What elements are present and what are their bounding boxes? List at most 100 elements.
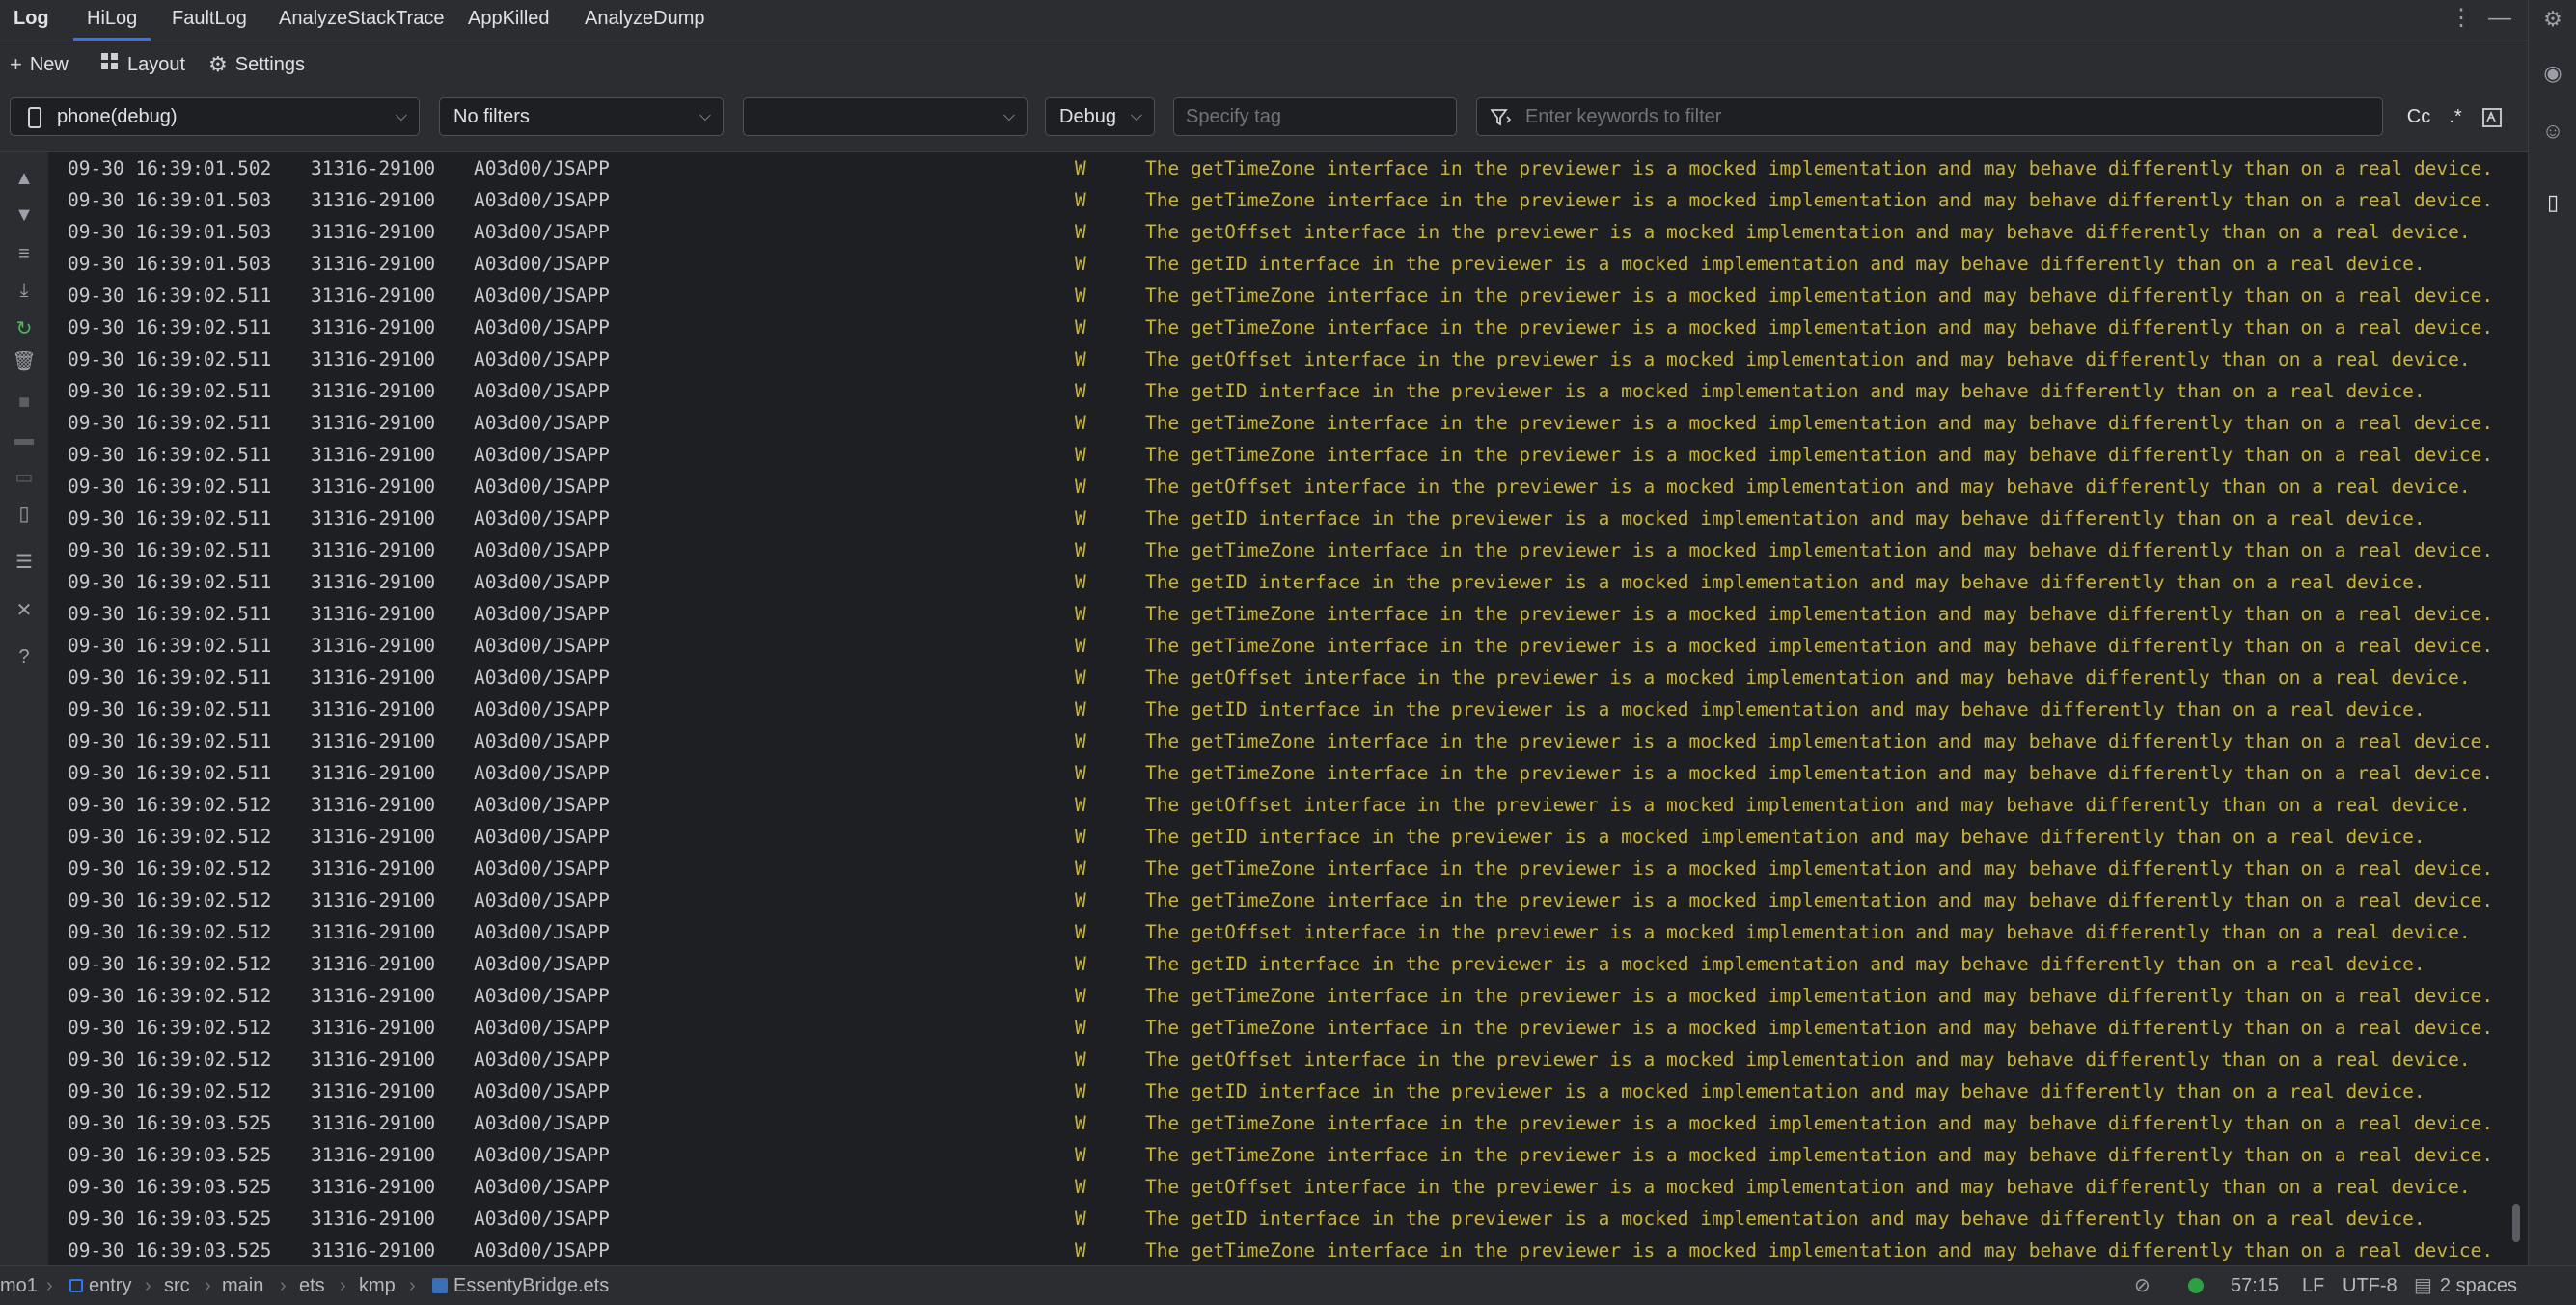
layout-button[interactable]: Layout [100,41,185,88]
file-encoding[interactable]: UTF-8 [2343,1266,2398,1305]
log-level-select[interactable]: Debug ⌵ [1045,97,1155,136]
breadcrumb-separator: › [340,1275,346,1296]
log-time: 09-30 16:39:02.512 [68,857,272,880]
breadcrumb-src[interactable]: src [164,1266,190,1305]
log-row[interactable]: 09-30 16:39:02.511 31316-29100 A03d00/JSAP… [50,598,2528,630]
log-time: 09-30 16:39:03.525 [68,1239,272,1262]
previewer-phone-icon[interactable]: ▯ [2529,183,2576,222]
tab-appkilled[interactable]: AppKilled [454,0,563,41]
log-row[interactable]: 09-30 16:39:02.512 31316-29100 A03d00/JSAP… [50,884,2528,916]
log-row[interactable]: 09-30 16:39:02.512 31316-29100 A03d00/JSAP… [50,821,2528,853]
close-icon[interactable]: ✕ [0,594,48,627]
power-save-icon[interactable]: ⊘ [2134,1266,2151,1305]
process-select[interactable]: ⌵ [743,97,1028,136]
log-message: The getTimeZone interface in the preview… [1145,1239,2494,1262]
log-row[interactable]: 09-30 16:39:02.511 31316-29100 A03d00/JSAP… [50,343,2528,375]
tab-hilog[interactable]: HiLog [73,0,151,41]
breadcrumb-file[interactable]: EssentyBridge.ets [432,1266,609,1305]
log-row[interactable]: 09-30 16:39:02.511 31316-29100 A03d00/JSAP… [50,407,2528,439]
breadcrumb-kmp[interactable]: kmp [359,1266,396,1305]
log-row[interactable]: 09-30 16:39:02.512 31316-29100 A03d00/JSAP… [50,853,2528,884]
log-level: W [1075,571,1086,593]
log-row[interactable]: 09-30 16:39:03.525 31316-29100 A03d00/JSAP… [50,1203,2528,1235]
caret-position[interactable]: 57:15 [2231,1266,2279,1305]
log-row[interactable]: 09-30 16:39:01.503 31316-29100 A03d00/JSAP… [50,248,2528,280]
eye-icon[interactable]: ◉ [2529,54,2576,93]
log-row[interactable]: 09-30 16:39:02.511 31316-29100 A03d00/JSAP… [50,471,2528,503]
match-case-button[interactable]: Cc [2402,101,2435,132]
tab-analyzestacktrace[interactable]: AnalyzeStackTrace [265,0,458,41]
regex-button[interactable]: .* [2441,101,2470,132]
filter-preset-select[interactable]: No filters ⌵ [439,97,724,136]
tab-faultlog[interactable]: FaultLog [158,0,260,41]
log-pid: 31316-29100 [311,1112,436,1134]
log-row[interactable]: 09-30 16:39:02.511 31316-29100 A03d00/JSAP… [50,312,2528,343]
log-row[interactable]: 09-30 16:39:02.512 31316-29100 A03d00/JSAP… [50,916,2528,948]
log-tag: A03d00/JSAPP [474,1239,610,1262]
notifications-gear-icon[interactable]: ⚙ [2529,0,2576,39]
scroll-down-icon[interactable]: ▼ [0,199,48,231]
log-row[interactable]: 09-30 16:39:02.511 31316-29100 A03d00/JSAP… [50,566,2528,598]
device-select[interactable]: phone(debug) ⌵ [10,97,420,136]
robot-icon[interactable]: ☺ [2529,112,2576,150]
log-row[interactable]: 09-30 16:39:02.512 31316-29100 A03d00/JSAP… [50,789,2528,821]
scroll-to-end-icon[interactable]: ⤓ [0,274,48,307]
more-options-icon[interactable]: ⋮ [2447,4,2476,33]
breadcrumb-entry[interactable]: entry [69,1266,131,1305]
log-row[interactable]: 09-30 16:39:02.511 31316-29100 A03d00/JSAP… [50,662,2528,693]
log-row[interactable]: 09-30 16:39:02.511 31316-29100 A03d00/JSAP… [50,630,2528,662]
log-row[interactable]: 09-30 16:39:02.511 31316-29100 A03d00/JSAP… [50,534,2528,566]
filter-preset-value: No filters [453,106,530,127]
log-message: The getTimeZone interface in the preview… [1145,285,2494,307]
log-level: W [1075,1112,1086,1134]
scroll-up-icon[interactable]: ▲ [0,162,48,195]
log-row[interactable]: 09-30 16:39:03.525 31316-29100 A03d00/JSAP… [50,1107,2528,1139]
log-row[interactable]: 09-30 16:39:02.512 31316-29100 A03d00/JSAP… [50,1075,2528,1107]
line-ending[interactable]: LF [2302,1266,2324,1305]
breadcrumb-ets[interactable]: ets [299,1266,325,1305]
log-time: 09-30 16:39:02.511 [68,507,272,530]
log-message: The getID interface in the previewer is … [1145,380,2425,402]
log-row[interactable]: 09-30 16:39:02.512 31316-29100 A03d00/JSAP… [50,948,2528,980]
help-icon[interactable]: ? [0,640,48,673]
tab-analyzedump[interactable]: AnalyzeDump [571,0,719,41]
log-row[interactable]: 09-30 16:39:01.503 31316-29100 A03d00/JSAP… [50,184,2528,216]
clear-log-icon[interactable]: 🗑 [0,345,48,378]
scrollbar-thumb[interactable] [2512,1204,2520,1242]
log-row[interactable]: 09-30 16:39:02.512 31316-29100 A03d00/JSAP… [50,980,2528,1012]
log-row[interactable]: 09-30 16:39:02.511 31316-29100 A03d00/JSAP… [50,280,2528,312]
soft-wrap-icon[interactable]: ≡ [0,237,48,270]
log-row[interactable]: 09-30 16:39:02.512 31316-29100 A03d00/JSAP… [50,1012,2528,1044]
log-tag: A03d00/JSAPP [474,316,610,339]
log-row[interactable]: 09-30 16:39:03.525 31316-29100 A03d00/JSAP… [50,1139,2528,1171]
settings-button[interactable]: ⚙ Settings [208,41,305,88]
log-row[interactable]: 09-30 16:39:02.511 31316-29100 A03d00/JSAP… [50,693,2528,725]
log-row[interactable]: 09-30 16:39:03.525 31316-29100 A03d00/JSAP… [50,1235,2528,1265]
minimize-icon[interactable]: — [2485,4,2514,33]
log-row[interactable]: 09-30 16:39:02.511 31316-29100 A03d00/JSAP… [50,375,2528,407]
log-row[interactable]: 09-30 16:39:03.525 31316-29100 A03d00/JSAP… [50,1171,2528,1203]
breadcrumb-project[interactable]: mo1 [0,1266,38,1305]
filter-settings-icon[interactable]: ☰ [0,546,48,579]
restart-icon[interactable]: ↻ [0,313,48,345]
new-button[interactable]: + New [10,41,69,88]
log-row[interactable]: 09-30 16:39:02.511 31316-29100 A03d00/JSAP… [50,503,2528,534]
log-time: 09-30 16:39:03.525 [68,1176,272,1198]
log-row[interactable]: 09-30 16:39:02.511 31316-29100 A03d00/JSAP… [50,725,2528,757]
breadcrumb-main[interactable]: main [222,1266,263,1305]
keyword-filter-input[interactable]: Enter keywords to filter [1476,97,2383,136]
log-pid: 31316-29100 [311,412,436,434]
device-icon[interactable]: ▯ [0,498,48,530]
log-message: The getOffset interface in the previewer… [1145,1048,2471,1071]
log-output[interactable]: 09-30 16:39:03.525 31316-29100 A03d00/JSAP… [50,152,2528,1265]
log-row[interactable]: 09-30 16:39:02.512 31316-29100 A03d00/JSAP… [50,1044,2528,1075]
log-row[interactable]: 09-30 16:39:02.511 31316-29100 A03d00/JSAP… [50,757,2528,789]
status-ok-icon[interactable] [2188,1266,2204,1305]
words-match-icon[interactable] [2478,101,2507,132]
indent-setting[interactable]: ▤ 2 spaces [2414,1266,2517,1305]
tag-input[interactable]: Specify tag [1173,97,1457,136]
log-level: W [1075,985,1086,1007]
log-row[interactable]: 09-30 16:39:01.502 31316-29100 A03d00/JSAP… [50,152,2528,184]
log-row[interactable]: 09-30 16:39:02.511 31316-29100 A03d00/JSAP… [50,439,2528,471]
log-row[interactable]: 09-30 16:39:01.503 31316-29100 A03d00/JSAP… [50,216,2528,248]
